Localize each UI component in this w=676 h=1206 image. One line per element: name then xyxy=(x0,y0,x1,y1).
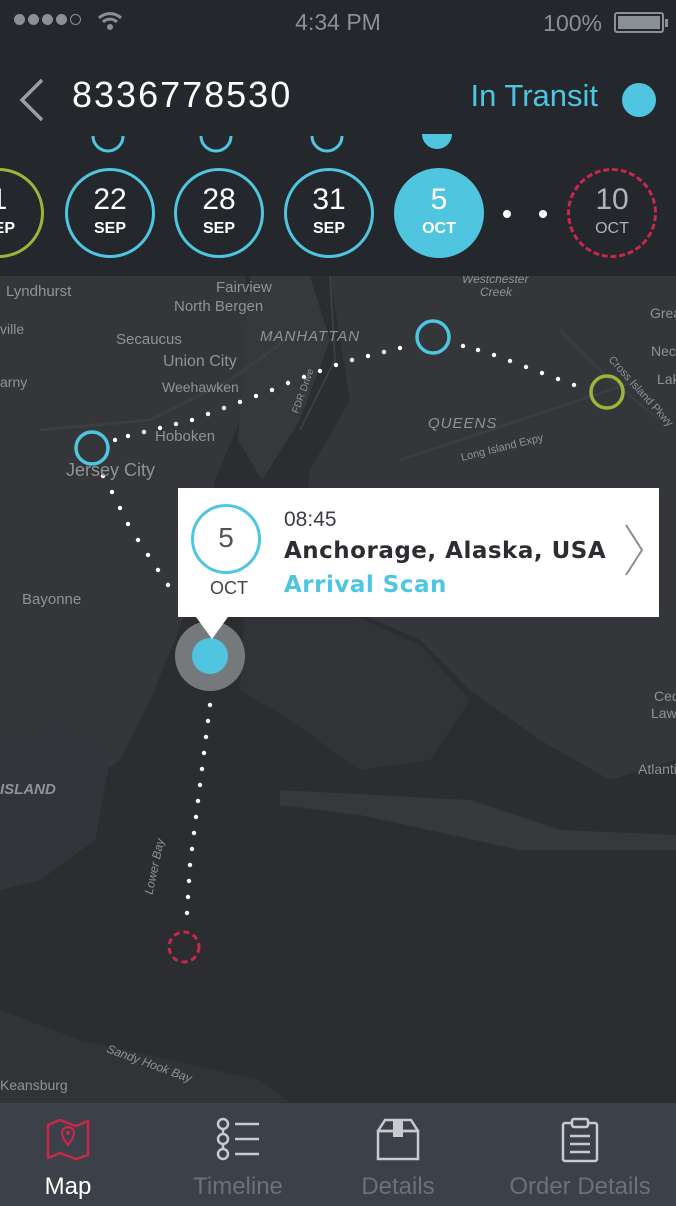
map-label: Jersey City xyxy=(66,460,155,480)
map-label: ISLAND xyxy=(0,781,56,798)
map-label: Atlanti xyxy=(638,761,676,777)
date-chip-active[interactable]: 5 OCT xyxy=(394,168,484,258)
status-indicator-dot xyxy=(622,83,656,117)
event-time: 08:45 xyxy=(284,508,337,531)
status-bar: 4:34 PM 100% xyxy=(0,0,676,44)
tab-label: Details xyxy=(361,1173,435,1200)
tab-map[interactable]: Map xyxy=(0,1103,136,1206)
tracking-number: 8336778530 xyxy=(72,74,293,115)
shipment-status: In Transit xyxy=(470,78,599,113)
map-label: MANHATTAN xyxy=(260,328,360,345)
header: 4:34 PM 100% 8336778530 In Transit 1SEP … xyxy=(0,0,676,276)
connector-icon xyxy=(91,135,125,153)
title-bar: 8336778530 In Transit xyxy=(0,56,676,140)
map-label: Law xyxy=(651,705,676,721)
chevron-left-icon[interactable] xyxy=(14,76,50,124)
connector-icon xyxy=(422,134,452,149)
map-label: Secaucus xyxy=(116,331,182,348)
map-icon xyxy=(46,1118,90,1161)
map-label: QUEENS xyxy=(428,415,497,432)
date-chip[interactable]: 28 SEP xyxy=(174,168,264,258)
map-label: Creek xyxy=(480,285,513,299)
map-label: Fairview xyxy=(216,279,272,296)
map-label: Union City xyxy=(163,353,237,370)
map-label: Lyndhurst xyxy=(6,283,72,300)
current-location-marker[interactable] xyxy=(192,638,228,674)
tab-label: Map xyxy=(44,1173,92,1200)
map-label: Neck xyxy=(651,343,676,359)
bottom-tab-bar: Map Timeline Details Order Details xyxy=(0,1103,676,1206)
clipboard-icon xyxy=(561,1117,599,1163)
event-type: Arrival Scan xyxy=(284,572,447,598)
popup-date-circle: 5 xyxy=(191,504,261,574)
tab-timeline[interactable]: Timeline xyxy=(170,1103,306,1206)
map-label: Hoboken xyxy=(155,428,215,445)
chevron-right-icon[interactable] xyxy=(623,522,645,578)
battery-percentage: 100% xyxy=(543,10,602,36)
date-chip[interactable]: 1SEP xyxy=(0,168,44,258)
map-label: Lak xyxy=(657,371,676,387)
date-chip[interactable]: 22 SEP xyxy=(65,168,155,258)
tab-order-details[interactable]: Order Details xyxy=(496,1103,664,1206)
box-icon xyxy=(376,1118,420,1161)
map-label: arny xyxy=(0,374,27,390)
gap-dot xyxy=(539,210,547,218)
date-timeline-strip[interactable]: 1SEP 22SEP 28SEP 31SEP 5OCT 10OCT xyxy=(0,134,676,276)
map-label: Grea xyxy=(650,305,676,321)
map-label: Ced xyxy=(654,688,676,704)
map-label: North Bergen xyxy=(174,298,263,315)
battery-icon xyxy=(614,12,668,33)
map-label: Bayonne xyxy=(22,591,81,608)
timeline-icon xyxy=(216,1117,259,1161)
map-label: Keansburg xyxy=(0,1077,68,1093)
tab-label: Timeline xyxy=(193,1173,283,1200)
event-location: Anchorage, Alaska, USA xyxy=(284,538,607,564)
tab-details[interactable]: Details xyxy=(330,1103,466,1206)
event-popup[interactable]: 5 OCT 08:45 Anchorage, Alaska, USA Arriv… xyxy=(178,488,659,639)
date-chip[interactable]: 31 SEP xyxy=(284,168,374,258)
connector-icon xyxy=(310,135,344,153)
connector-icon xyxy=(199,135,233,153)
map-label: ville xyxy=(0,321,24,337)
popup-month: OCT xyxy=(210,578,248,598)
tracking-screen: Lyndhurst Fairview North Bergen Westches… xyxy=(0,0,676,1206)
gap-dot xyxy=(503,210,511,218)
map-label: Weehawken xyxy=(162,379,239,395)
tab-label: Order Details xyxy=(509,1173,651,1200)
date-chip-expected[interactable]: 10 OCT xyxy=(567,168,657,258)
